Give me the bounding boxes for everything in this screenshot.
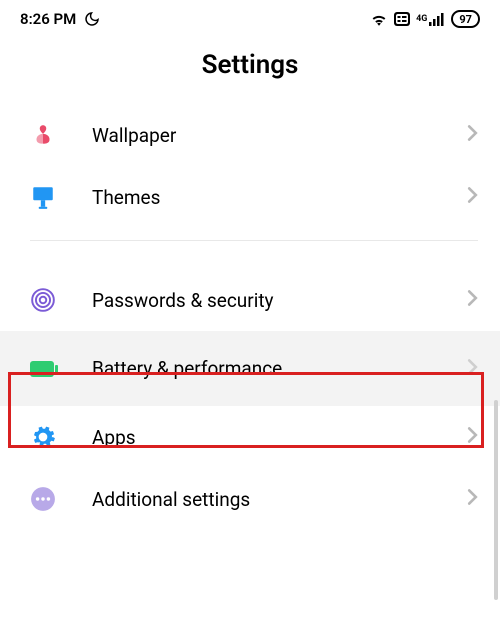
- row-label: Wallpaper: [66, 124, 467, 147]
- row-label: Passwords & security: [66, 289, 467, 312]
- row-label: Additional settings: [66, 488, 467, 511]
- row-apps[interactable]: Apps: [0, 406, 500, 468]
- dnd-moon-icon: [84, 11, 100, 27]
- more-icon: [30, 486, 66, 512]
- fingerprint-icon: [30, 287, 66, 313]
- signal-icon: [429, 12, 445, 26]
- scrollbar[interactable]: [494, 400, 498, 600]
- battery-indicator: 97: [451, 10, 480, 28]
- page-title: Settings: [0, 50, 500, 80]
- row-themes[interactable]: Themes: [0, 166, 500, 228]
- themes-icon: [30, 184, 66, 210]
- section-divider: [30, 240, 478, 241]
- wallpaper-icon: [30, 122, 66, 148]
- status-time: 8:26 PM: [20, 10, 76, 28]
- chevron-right-icon: [467, 186, 478, 208]
- chevron-right-icon: [467, 124, 478, 146]
- row-label: Battery & performance: [66, 357, 467, 380]
- wifi-icon: [370, 12, 388, 26]
- network-type-label: 4G: [416, 15, 427, 24]
- volte-icon: [394, 12, 410, 26]
- row-additional-settings[interactable]: Additional settings: [0, 468, 500, 530]
- row-label: Themes: [66, 186, 467, 209]
- chevron-right-icon: [467, 488, 478, 510]
- chevron-right-icon: [467, 289, 478, 311]
- row-label: Apps: [66, 426, 467, 449]
- row-battery-performance[interactable]: Battery & performance: [0, 331, 500, 406]
- chevron-right-icon: [467, 358, 478, 380]
- chevron-right-icon: [467, 426, 478, 448]
- page-header: Settings: [0, 32, 500, 104]
- battery-icon: [30, 360, 66, 378]
- settings-list: Wallpaper Themes Passwords & security: [0, 104, 500, 530]
- gear-icon: [30, 424, 66, 450]
- battery-percent: 97: [459, 13, 472, 26]
- row-passwords-security[interactable]: Passwords & security: [0, 269, 500, 331]
- status-bar: 8:26 PM 4G 97: [0, 0, 500, 32]
- row-wallpaper[interactable]: Wallpaper: [0, 104, 500, 166]
